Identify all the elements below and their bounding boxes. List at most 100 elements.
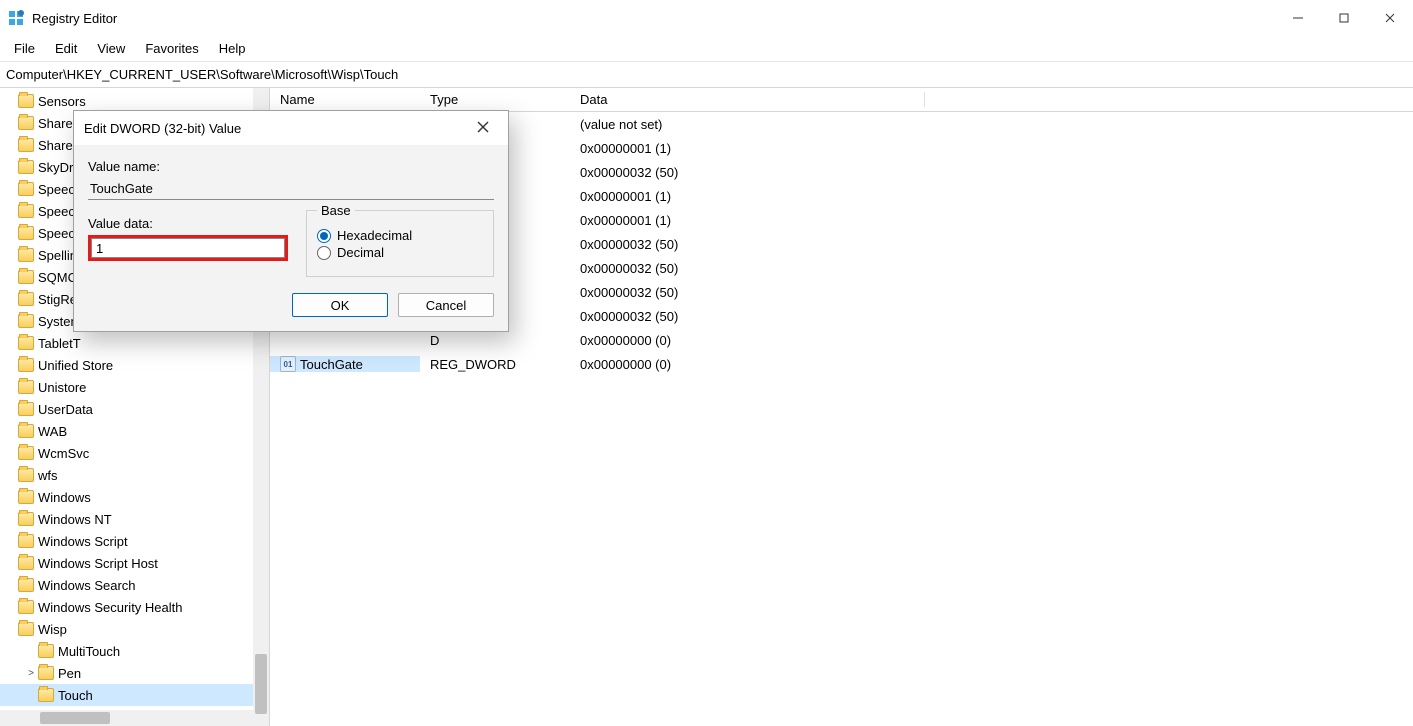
value-name: TouchGate — [300, 357, 363, 372]
dialog-titlebar: Edit DWORD (32-bit) Value — [74, 111, 508, 145]
base-label: Base — [317, 203, 355, 218]
tree-item[interactable]: Windows Search — [0, 574, 269, 596]
cell-data: 0x00000000 (0) — [570, 357, 1413, 372]
tree-item[interactable]: Wisp — [0, 618, 269, 640]
tree-item[interactable]: Unistore — [0, 376, 269, 398]
tree-item-label: MultiTouch — [58, 644, 120, 659]
tree-item[interactable]: UserData — [0, 398, 269, 420]
ok-button[interactable]: OK — [292, 293, 388, 317]
radio-label: Hexadecimal — [337, 228, 412, 243]
tree-item[interactable]: Windows NT — [0, 508, 269, 530]
edit-dword-dialog: Edit DWORD (32-bit) Value Value name: Va… — [73, 110, 509, 332]
folder-icon — [18, 226, 34, 240]
radio-hexadecimal[interactable]: Hexadecimal — [317, 228, 483, 243]
scrollbar-thumb[interactable] — [255, 654, 267, 714]
cell-data: 0x00000000 (0) — [570, 333, 1413, 348]
cell-data: 0x00000032 (50) — [570, 309, 1413, 324]
folder-icon — [18, 270, 34, 284]
value-name-input[interactable] — [88, 178, 494, 200]
radio-decimal[interactable]: Decimal — [317, 245, 483, 260]
cell-type: REG_DWORD — [420, 357, 570, 372]
tree-item[interactable]: TabletT — [0, 332, 269, 354]
cell-data: 0x00000032 (50) — [570, 165, 1413, 180]
maximize-button[interactable] — [1321, 0, 1367, 36]
tree-item-label: wfs — [38, 468, 58, 483]
cell-data: 0x00000001 (1) — [570, 141, 1413, 156]
folder-icon — [18, 424, 34, 438]
tree-item[interactable]: WAB — [0, 420, 269, 442]
folder-icon — [18, 578, 34, 592]
dword-value-icon: 01 — [280, 356, 296, 372]
folder-icon — [18, 512, 34, 526]
tree-item[interactable]: Touch — [0, 684, 269, 706]
tree-item[interactable]: Windows Security Health — [0, 596, 269, 618]
folder-icon — [18, 402, 34, 416]
folder-icon — [38, 688, 54, 702]
app-icon — [8, 10, 24, 26]
folder-icon — [18, 336, 34, 350]
col-type[interactable]: Type — [420, 92, 570, 107]
close-icon[interactable] — [468, 120, 498, 137]
value-data-label: Value data: — [88, 216, 288, 231]
folder-icon — [18, 138, 34, 152]
folder-icon — [18, 292, 34, 306]
tree-item[interactable]: Windows — [0, 486, 269, 508]
folder-icon — [18, 600, 34, 614]
cell-data: 0x00000001 (1) — [570, 189, 1413, 204]
cell-name: 01 TouchGate — [270, 356, 420, 372]
tree-item[interactable]: Unified Store — [0, 354, 269, 376]
chevron-icon: > — [24, 668, 38, 679]
folder-icon — [18, 468, 34, 482]
folder-icon — [18, 116, 34, 130]
base-fieldset: Base Hexadecimal Decimal — [306, 210, 494, 277]
folder-icon — [18, 358, 34, 372]
tree-item-label: Windows Script Host — [38, 556, 158, 571]
menu-favorites[interactable]: Favorites — [135, 37, 208, 60]
tree-item-label: TabletT — [38, 336, 81, 351]
title-bar: Registry Editor — [0, 0, 1413, 36]
col-data[interactable]: Data — [570, 92, 925, 107]
address-path: Computer\HKEY_CURRENT_USER\Software\Micr… — [6, 67, 398, 82]
menu-view[interactable]: View — [87, 37, 135, 60]
folder-icon — [18, 94, 34, 108]
tree-item[interactable]: >Pen — [0, 662, 269, 684]
col-name[interactable]: Name — [270, 92, 420, 107]
scrollbar-thumb[interactable] — [40, 712, 110, 724]
cell-data: 0x00000001 (1) — [570, 213, 1413, 228]
tree-item[interactable]: Windows Script — [0, 530, 269, 552]
tree-horizontal-scrollbar[interactable] — [0, 710, 253, 726]
window-title: Registry Editor — [32, 11, 117, 26]
tree-item-label: Wisp — [38, 622, 67, 637]
menu-edit[interactable]: Edit — [45, 37, 87, 60]
tree-item-label: Windows Script — [38, 534, 128, 549]
table-row[interactable]: 01 TouchGate REG_DWORD0x00000000 (0) — [270, 352, 1413, 376]
folder-icon — [18, 204, 34, 218]
menu-file[interactable]: File — [4, 37, 45, 60]
folder-icon — [38, 666, 54, 680]
radio-icon — [317, 229, 331, 243]
minimize-button[interactable] — [1275, 0, 1321, 36]
folder-icon — [18, 182, 34, 196]
dialog-title: Edit DWORD (32-bit) Value — [84, 121, 241, 136]
close-button[interactable] — [1367, 0, 1413, 36]
address-bar[interactable]: Computer\HKEY_CURRENT_USER\Software\Micr… — [0, 62, 1413, 88]
values-header: Name Type Data — [270, 88, 1413, 112]
folder-icon — [18, 534, 34, 548]
menu-help[interactable]: Help — [209, 37, 256, 60]
tree-item[interactable]: Sensors — [0, 90, 269, 112]
value-data-input[interactable] — [91, 238, 285, 258]
cell-data: 0x00000032 (50) — [570, 261, 1413, 276]
radio-label: Decimal — [337, 245, 384, 260]
tree-item[interactable]: WcmSvc — [0, 442, 269, 464]
cancel-button[interactable]: Cancel — [398, 293, 494, 317]
tree-item[interactable]: MultiTouch — [0, 640, 269, 662]
tree-item[interactable]: Windows Script Host — [0, 552, 269, 574]
value-data-highlight — [88, 235, 288, 261]
cell-data: 0x00000032 (50) — [570, 285, 1413, 300]
folder-icon — [18, 314, 34, 328]
cell-data: 0x00000032 (50) — [570, 237, 1413, 252]
folder-icon — [18, 380, 34, 394]
tree-item[interactable]: wfs — [0, 464, 269, 486]
cell-type: D — [420, 333, 570, 348]
radio-icon — [317, 246, 331, 260]
